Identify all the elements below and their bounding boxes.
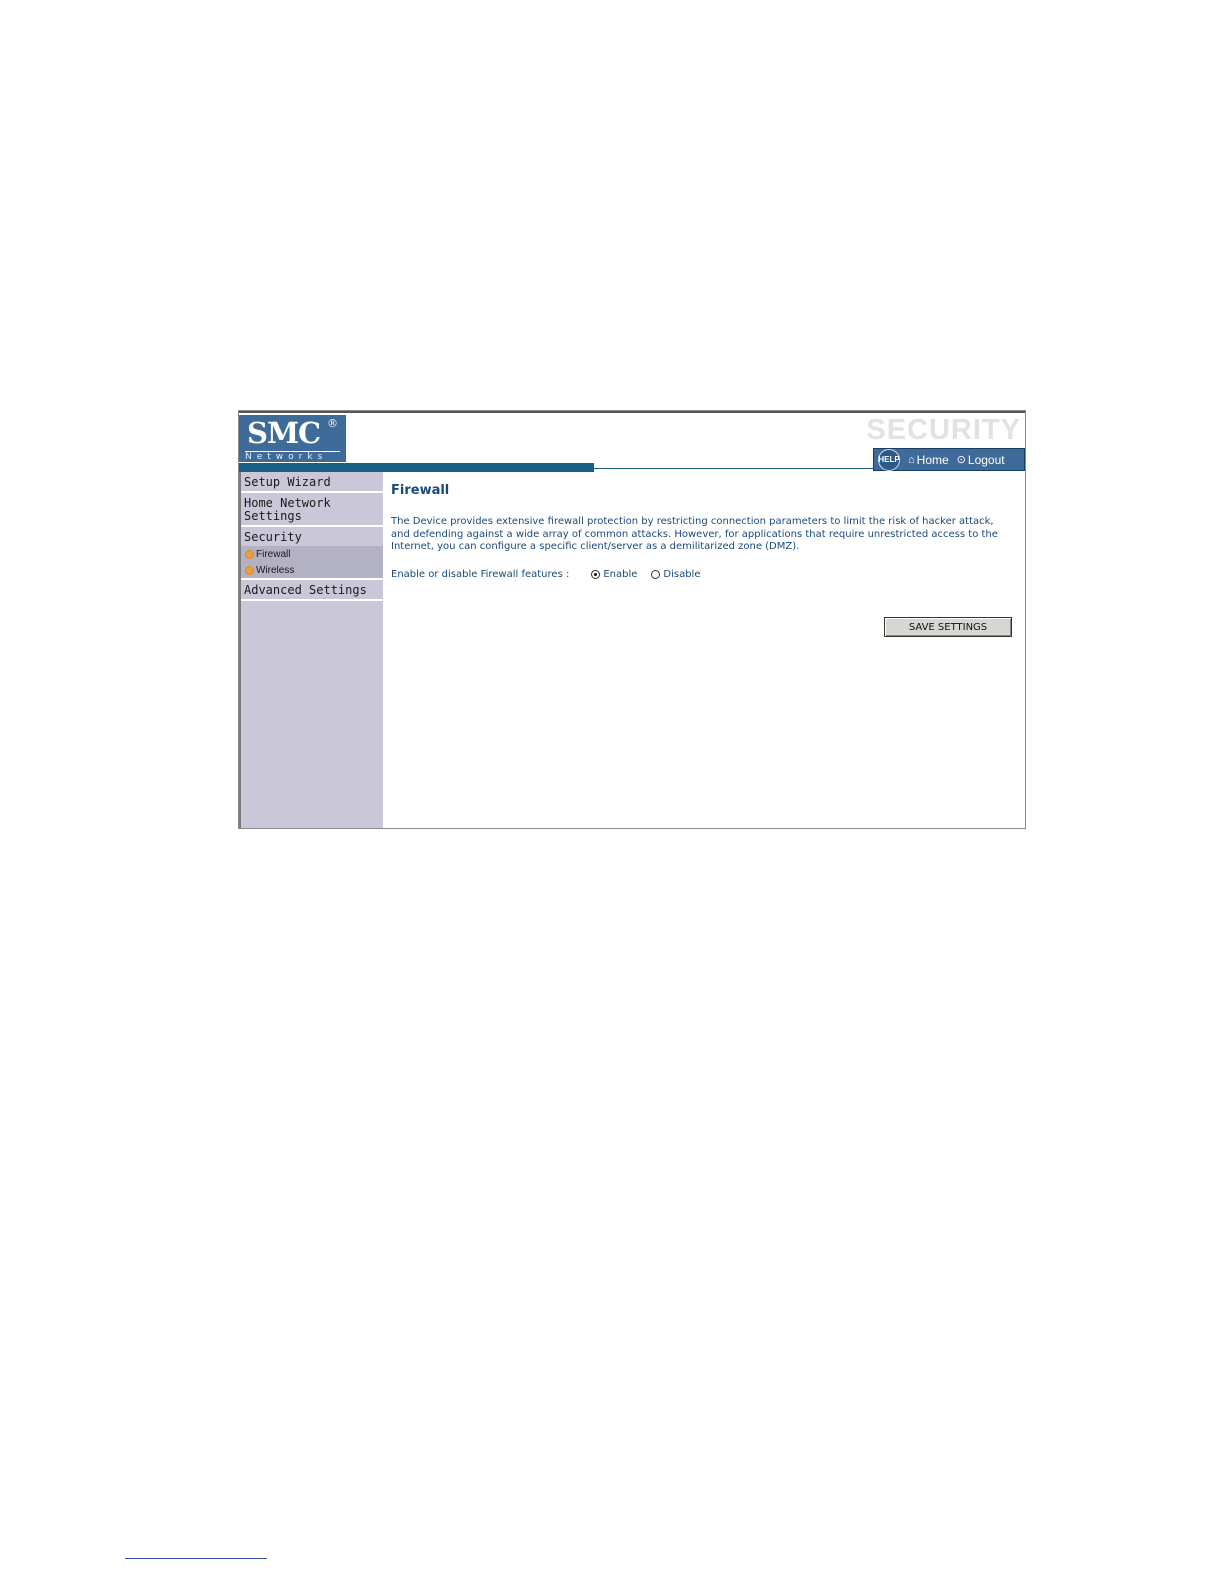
disable-radio[interactable]: [651, 570, 661, 579]
security-submenu: Firewall Wireless: [241, 546, 383, 580]
section-banner: SECURITY: [866, 414, 1021, 446]
sidebar-item-home-network-settings[interactable]: Home Network Settings: [241, 493, 383, 527]
logo-text: SMC: [247, 416, 321, 450]
sidebar-subitem-firewall[interactable]: Firewall: [241, 546, 383, 562]
logout-icon: ⊙: [956, 454, 966, 466]
home-label: Home: [916, 452, 949, 467]
subitem-label: Firewall: [256, 549, 291, 560]
registered-mark: ®: [327, 417, 338, 430]
firewall-label: Enable or disable Firewall features :: [391, 569, 570, 580]
logo-subtext: Networks: [245, 451, 340, 462]
sidebar: Setup Wizard Home Network Settings Secur…: [239, 472, 383, 828]
enable-label[interactable]: Enable: [603, 569, 637, 580]
logout-label: Logout: [967, 452, 1005, 467]
bullet-icon: [246, 567, 253, 574]
main-content: Firewall The Device provides extensive f…: [391, 483, 1017, 637]
logout-link[interactable]: ⊙ Logout: [957, 453, 1005, 467]
top-bar: SMC ® Networks SECURITY HELP ⌂ Home ⊙ Lo…: [239, 411, 1025, 473]
sidebar-item-security[interactable]: Security: [241, 527, 383, 546]
enable-radio[interactable]: [591, 570, 601, 579]
sidebar-item-setup-wizard[interactable]: Setup Wizard: [241, 472, 383, 493]
top-nav: HELP ⌂ Home ⊙ Logout: [873, 448, 1025, 471]
header-divider: [594, 468, 874, 469]
firewall-toggle-row: Enable or disable Firewall features : En…: [391, 569, 715, 580]
save-settings-button[interactable]: SAVE SETTINGS: [884, 617, 1012, 637]
footnote-rule: [125, 1558, 267, 1559]
home-icon: ⌂: [908, 453, 915, 466]
router-admin-screenshot: SMC ® Networks SECURITY HELP ⌂ Home ⊙ Lo…: [238, 410, 1026, 829]
bullet-icon: [246, 551, 253, 558]
firewall-radio-group: Enable Disable: [591, 569, 714, 580]
sidebar-subitem-wireless[interactable]: Wireless: [241, 562, 383, 578]
disable-label[interactable]: Disable: [663, 569, 700, 580]
sidebar-item-advanced-settings[interactable]: Advanced Settings: [241, 580, 383, 601]
subitem-label: Wireless: [256, 565, 295, 576]
smc-logo: SMC ® Networks: [239, 415, 346, 462]
page-description: The Device provides extensive firewall p…: [391, 516, 998, 552]
home-link[interactable]: ⌂ Home: [908, 453, 949, 467]
help-icon[interactable]: HELP: [878, 448, 900, 471]
page-title: Firewall: [391, 483, 450, 498]
header-accent-bar: [239, 463, 594, 472]
